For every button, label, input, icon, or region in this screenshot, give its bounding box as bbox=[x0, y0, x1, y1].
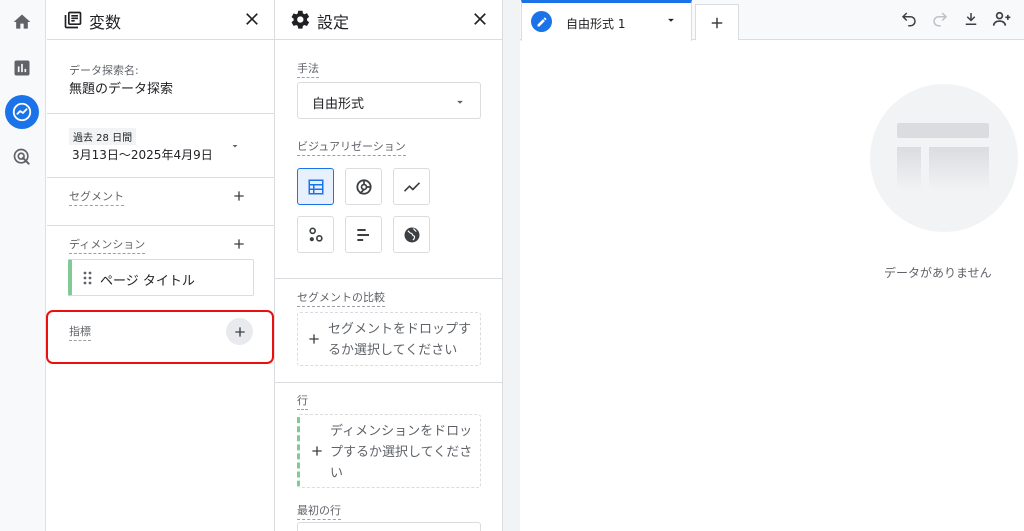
segment-drop-zone[interactable]: セグメントをドロップするか選択してください bbox=[297, 312, 481, 366]
gear-icon bbox=[291, 10, 310, 29]
explore-icon[interactable] bbox=[5, 95, 39, 129]
settings-panel: 設定 手法 自由形式 ビジュアリゼーション セグメントの比較 セグメントをドロッ… bbox=[275, 0, 503, 531]
rows-drop-text: ディメンションをドロップするか選択してください bbox=[330, 424, 473, 481]
date-range-picker[interactable]: 過去 28 日間 3月13日～2025年4月9日 bbox=[69, 126, 259, 166]
date-preset-label: 過去 28 日間 bbox=[69, 128, 137, 145]
segment-drop-text: セグメントをドロップするか選択してください bbox=[328, 322, 472, 358]
add-tab-button[interactable] bbox=[695, 4, 739, 40]
exploration-name-label: データ探索名: bbox=[69, 64, 139, 77]
redo-button[interactable] bbox=[929, 8, 951, 30]
add-segment-button[interactable] bbox=[228, 185, 250, 207]
viz-bar-button[interactable] bbox=[345, 216, 382, 253]
empty-state-illustration bbox=[870, 84, 1018, 232]
viz-geo-button[interactable] bbox=[393, 216, 430, 253]
close-variables-icon[interactable] bbox=[242, 9, 262, 29]
no-data-text: データがありません bbox=[884, 266, 992, 280]
exploration-name-input[interactable]: 無題のデータ探索 bbox=[69, 78, 173, 97]
variables-title: 変数 bbox=[89, 13, 122, 32]
plus-icon bbox=[312, 446, 322, 456]
table-icon bbox=[308, 179, 323, 194]
exploration-canvas: 自由形式 1 データがありません bbox=[520, 0, 1024, 531]
globe-icon bbox=[404, 227, 419, 242]
share-button[interactable] bbox=[991, 8, 1013, 30]
plus-icon bbox=[234, 239, 244, 249]
dimension-chip[interactable]: ページ タイトル bbox=[68, 259, 254, 296]
chevron-down-icon[interactable] bbox=[664, 13, 678, 27]
variables-icon bbox=[64, 11, 82, 29]
first-row-input[interactable] bbox=[297, 522, 481, 531]
undo-icon bbox=[901, 12, 916, 27]
technique-value: 自由形式 bbox=[312, 97, 365, 112]
segments-label: セグメント bbox=[69, 188, 124, 206]
plus-icon bbox=[309, 334, 319, 344]
line-chart-icon bbox=[403, 181, 420, 192]
download-button[interactable] bbox=[960, 8, 982, 30]
dimensions-label: ディメンション bbox=[69, 236, 146, 254]
viz-scatter-button[interactable] bbox=[297, 216, 334, 253]
metrics-highlight bbox=[46, 310, 274, 364]
dimension-chip-label: ページ タイトル bbox=[100, 274, 195, 289]
divider bbox=[275, 382, 502, 383]
plus-icon bbox=[711, 17, 723, 28]
plus-icon bbox=[234, 191, 244, 201]
technique-select[interactable]: 自由形式 bbox=[297, 82, 481, 119]
chevron-down-icon bbox=[232, 145, 238, 148]
home-icon[interactable] bbox=[5, 5, 39, 39]
download-icon bbox=[965, 13, 977, 25]
undo-button[interactable] bbox=[898, 8, 920, 30]
donut-chart-icon bbox=[355, 178, 372, 195]
divider bbox=[47, 113, 274, 114]
chevron-down-icon bbox=[457, 100, 463, 104]
viz-line-button[interactable] bbox=[393, 168, 430, 205]
divider bbox=[275, 278, 502, 279]
viz-donut-button[interactable] bbox=[345, 168, 382, 205]
variables-panel: 変数 データ探索名: 無題のデータ探索 過去 28 日間 3月13日～2025年… bbox=[47, 0, 275, 531]
scatter-chart-icon bbox=[308, 227, 323, 242]
divider bbox=[47, 225, 274, 226]
nav-rail bbox=[0, 0, 46, 531]
add-person-icon bbox=[992, 11, 1011, 26]
settings-header: 設定 bbox=[275, 0, 502, 40]
add-dimension-button[interactable] bbox=[228, 233, 250, 255]
rows-drop-zone[interactable]: ディメンションをドロップするか選択してください bbox=[297, 414, 481, 488]
visualization-label: ビジュアリゼーション bbox=[297, 138, 406, 156]
first-row-label: 最初の行 bbox=[297, 502, 341, 520]
advertising-icon[interactable] bbox=[5, 140, 39, 174]
tab-label: 自由形式 1 bbox=[566, 17, 626, 31]
panel-gap bbox=[503, 0, 520, 531]
viz-table-button[interactable] bbox=[297, 168, 334, 205]
close-settings-icon[interactable] bbox=[470, 9, 490, 29]
variables-header: 変数 bbox=[47, 0, 274, 40]
rows-label: 行 bbox=[297, 392, 308, 410]
edit-icon[interactable] bbox=[531, 11, 552, 32]
segment-compare-label: セグメントの比較 bbox=[297, 289, 385, 307]
technique-label: 手法 bbox=[297, 60, 319, 78]
settings-title: 設定 bbox=[317, 13, 350, 32]
tab-freeform-1[interactable]: 自由形式 1 bbox=[521, 0, 692, 41]
redo-icon bbox=[933, 12, 948, 27]
bar-chart-icon bbox=[356, 228, 369, 241]
date-range-value: 3月13日～2025年4月9日 bbox=[72, 148, 213, 162]
drag-handle-icon[interactable] bbox=[82, 271, 94, 285]
divider bbox=[47, 177, 274, 178]
tab-bar: 自由形式 1 bbox=[520, 0, 1024, 41]
reports-icon[interactable] bbox=[5, 51, 39, 85]
